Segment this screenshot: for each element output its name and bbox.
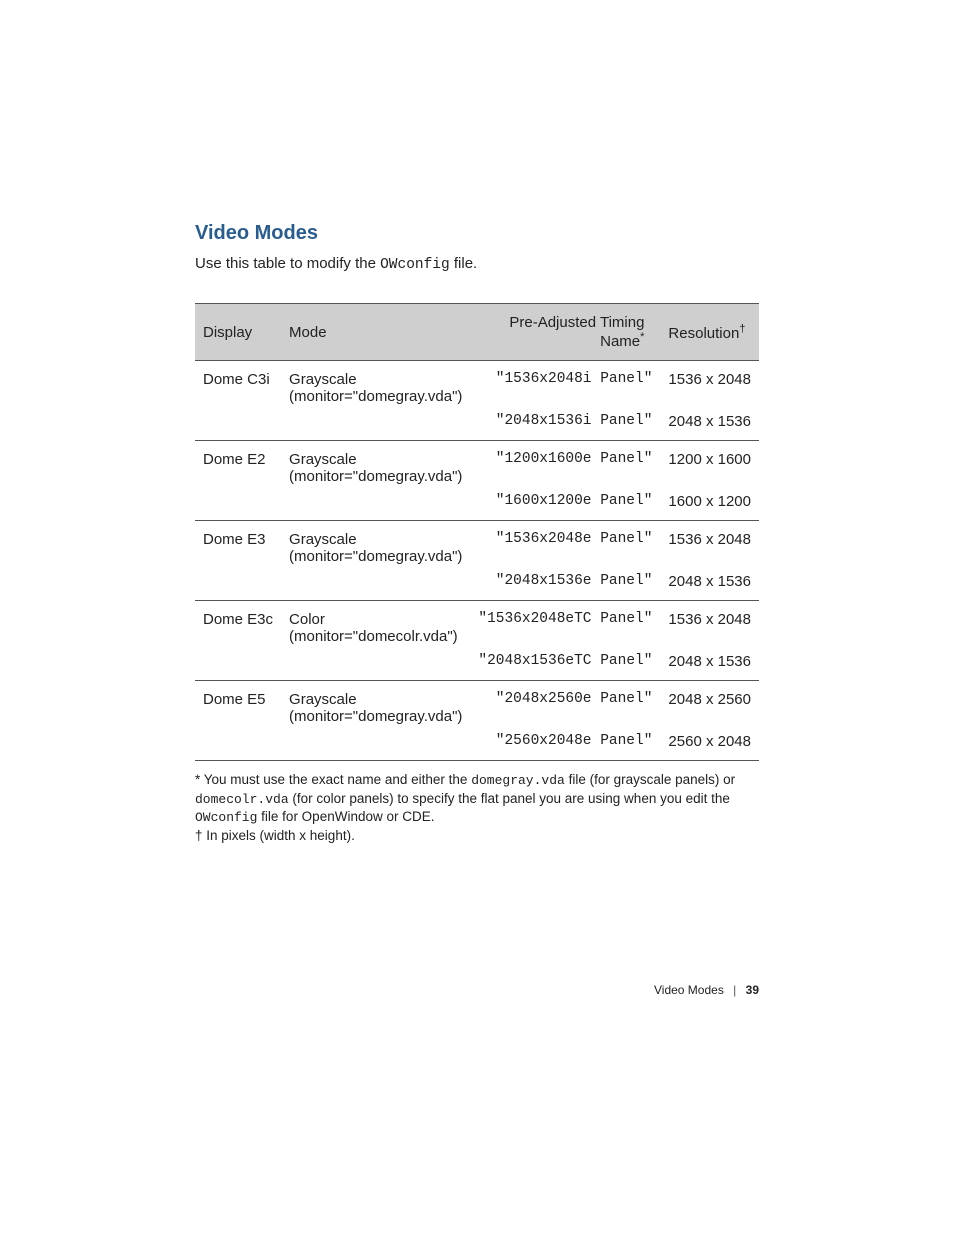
fn-star-code3: OWconfig	[195, 810, 257, 825]
page-footer: Video Modes | 39	[654, 983, 759, 997]
mode-monitor: (monitor="domegray.vda")	[289, 388, 462, 405]
mode-label: Color	[289, 611, 462, 628]
cell-resolution: 1536 x 2048	[660, 521, 759, 570]
cell-resolution: 2048 x 1536	[660, 649, 759, 681]
cell-mode: Grayscale(monitor="domegray.vda")	[281, 441, 470, 490]
table-row: Dome E3Grayscale(monitor="domegray.vda")…	[195, 521, 759, 570]
mode-label: Grayscale	[289, 691, 462, 708]
cell-mode	[281, 489, 470, 521]
cell-display	[195, 409, 281, 441]
fn-star-mid1: file (for grayscale panels) or	[565, 772, 735, 787]
fn-star-mid2: (for color panels) to specify the flat p…	[289, 791, 730, 806]
cell-timing: "2048x1536i Panel"	[470, 409, 660, 441]
cell-mode	[281, 569, 470, 601]
table-row: Dome E2Grayscale(monitor="domegray.vda")…	[195, 441, 759, 490]
cell-timing: "2560x2048e Panel"	[470, 729, 660, 760]
page-content: Video Modes Use this table to modify the…	[0, 0, 954, 845]
cell-display: Dome E3c	[195, 601, 281, 650]
cell-resolution: 2560 x 2048	[660, 729, 759, 760]
cell-mode: Color(monitor="domecolr.vda")	[281, 601, 470, 650]
cell-resolution: 2048 x 2560	[660, 681, 759, 730]
cell-mode: Grayscale(monitor="domegray.vda")	[281, 521, 470, 570]
fn-star-post: file for OpenWindow or CDE.	[257, 809, 434, 824]
col-mode: Mode	[281, 304, 470, 361]
cell-mode	[281, 729, 470, 760]
cell-resolution: 2048 x 1536	[660, 569, 759, 601]
cell-display: Dome C3i	[195, 361, 281, 410]
table-row: "2048x1536eTC Panel"2048 x 1536	[195, 649, 759, 681]
table-row: "1600x1200e Panel"1600 x 1200	[195, 489, 759, 521]
intro-paragraph: Use this table to modify the OWconfig fi…	[195, 255, 759, 273]
col-resolution-label: Resolution	[668, 325, 739, 342]
fn-star-code2: domecolr.vda	[195, 792, 289, 807]
intro-text-pre: Use this table to modify the	[195, 255, 380, 272]
col-resolution: Resolution†	[660, 304, 759, 361]
video-modes-table: Display Mode Pre-Adjusted Timing Name* R…	[195, 303, 759, 760]
col-timing: Pre-Adjusted Timing Name*	[470, 304, 660, 361]
footer-page-number: 39	[746, 983, 759, 997]
cell-timing: "2048x1536eTC Panel"	[470, 649, 660, 681]
cell-resolution: 1536 x 2048	[660, 361, 759, 410]
table-row: "2560x2048e Panel"2560 x 2048	[195, 729, 759, 760]
col-display: Display	[195, 304, 281, 361]
mode-label: Grayscale	[289, 371, 462, 388]
cell-display	[195, 489, 281, 521]
footnote-dagger: † In pixels (width x height).	[195, 827, 759, 845]
intro-code: OWconfig	[380, 257, 450, 273]
cell-timing: "1600x1200e Panel"	[470, 489, 660, 521]
cell-resolution: 1536 x 2048	[660, 601, 759, 650]
cell-display: Dome E3	[195, 521, 281, 570]
footer-section: Video Modes	[654, 983, 724, 997]
col-timing-label: Pre-Adjusted Timing Name	[509, 314, 644, 350]
cell-display	[195, 729, 281, 760]
section-heading: Video Modes	[195, 222, 759, 245]
cell-display	[195, 649, 281, 681]
col-timing-sup: *	[640, 331, 644, 343]
cell-mode	[281, 649, 470, 681]
cell-timing: "1536x2048i Panel"	[470, 361, 660, 410]
mode-monitor: (monitor="domegray.vda")	[289, 468, 462, 485]
footer-sep: |	[733, 983, 736, 997]
cell-display	[195, 569, 281, 601]
table-bottom-rule	[195, 760, 759, 761]
mode-monitor: (monitor="domecolr.vda")	[289, 628, 462, 645]
cell-display: Dome E5	[195, 681, 281, 730]
table-row: Dome C3iGrayscale(monitor="domegray.vda"…	[195, 361, 759, 410]
cell-mode: Grayscale(monitor="domegray.vda")	[281, 681, 470, 730]
table-row: "2048x1536i Panel"2048 x 1536	[195, 409, 759, 441]
cell-resolution: 1600 x 1200	[660, 489, 759, 521]
table-body: Dome C3iGrayscale(monitor="domegray.vda"…	[195, 361, 759, 761]
table-row: "2048x1536e Panel"2048 x 1536	[195, 569, 759, 601]
cell-timing: "1200x1600e Panel"	[470, 441, 660, 490]
cell-timing: "1536x2048eTC Panel"	[470, 601, 660, 650]
col-resolution-sup: †	[739, 323, 745, 335]
mode-label: Grayscale	[289, 531, 462, 548]
cell-timing: "2048x2560e Panel"	[470, 681, 660, 730]
cell-display: Dome E2	[195, 441, 281, 490]
footnotes: * You must use the exact name and either…	[195, 771, 759, 845]
footnote-star: * You must use the exact name and either…	[195, 771, 759, 827]
cell-resolution: 1200 x 1600	[660, 441, 759, 490]
mode-label: Grayscale	[289, 451, 462, 468]
intro-text-post: file.	[450, 255, 478, 272]
cell-resolution: 2048 x 1536	[660, 409, 759, 441]
cell-mode: Grayscale(monitor="domegray.vda")	[281, 361, 470, 410]
table-header-row: Display Mode Pre-Adjusted Timing Name* R…	[195, 304, 759, 361]
mode-monitor: (monitor="domegray.vda")	[289, 708, 462, 725]
table-row: Dome E5Grayscale(monitor="domegray.vda")…	[195, 681, 759, 730]
mode-monitor: (monitor="domegray.vda")	[289, 548, 462, 565]
fn-star-pre: * You must use the exact name and either…	[195, 772, 471, 787]
cell-timing: "1536x2048e Panel"	[470, 521, 660, 570]
cell-mode	[281, 409, 470, 441]
table-row: Dome E3cColor(monitor="domecolr.vda")"15…	[195, 601, 759, 650]
cell-timing: "2048x1536e Panel"	[470, 569, 660, 601]
fn-star-code1: domegray.vda	[471, 773, 565, 788]
